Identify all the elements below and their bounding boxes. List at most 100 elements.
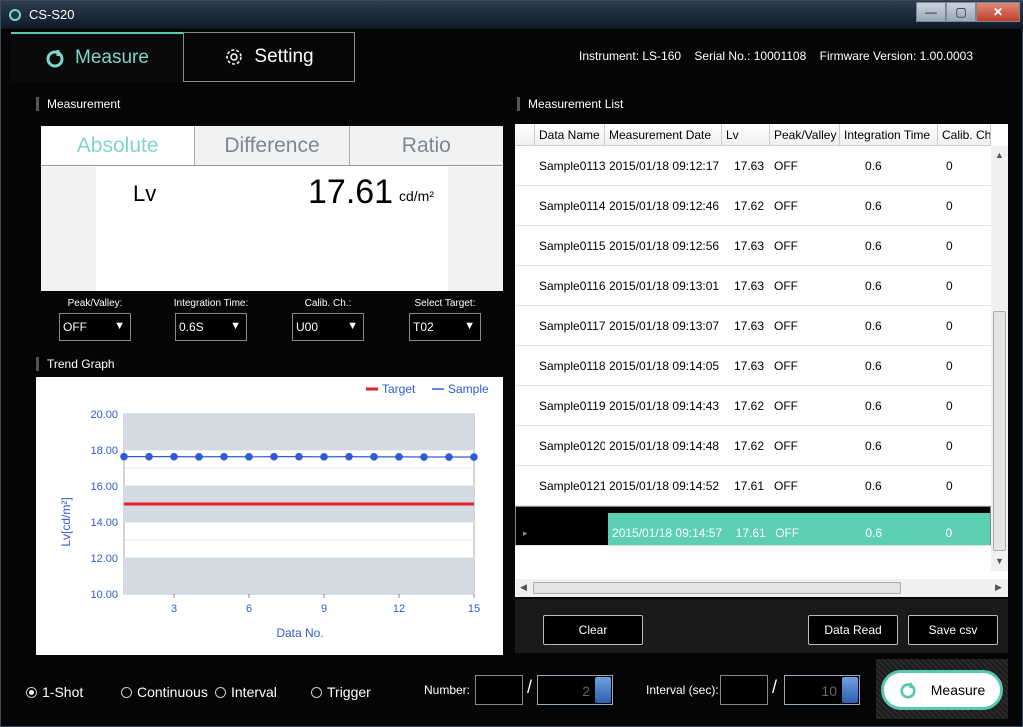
table-cell: 17.61 bbox=[734, 479, 765, 493]
interval-max-spinner[interactable]: 10 bbox=[784, 675, 860, 705]
app-icon bbox=[9, 9, 21, 21]
interval-current-field[interactable] bbox=[720, 675, 768, 705]
table-row[interactable]: Sample0119 2015/01/18 09:14:43 17.62 OFF 0.6… bbox=[515, 386, 991, 426]
table-row[interactable]: ▸ Sample0122 2015/01/18 09:14:57 17.61 OFF 0.… bbox=[515, 506, 991, 546]
table-cell: Sample0120 bbox=[539, 439, 605, 453]
maximize-button[interactable]: ▢ bbox=[946, 2, 976, 22]
table-cell: Sample0114 bbox=[539, 199, 605, 213]
minimize-button[interactable]: — bbox=[916, 2, 946, 22]
horizontal-scrollbar[interactable]: ◀ ▶ bbox=[515, 579, 1008, 597]
col-lv[interactable]: Lv bbox=[722, 124, 770, 145]
table-cell: OFF bbox=[774, 239, 798, 253]
number-current-field[interactable] bbox=[475, 675, 523, 705]
peak-valley-select[interactable]: OFF ▼ bbox=[59, 313, 131, 341]
mode-trigger-label: Trigger bbox=[327, 684, 371, 700]
y-tick-label: 20.00 bbox=[90, 409, 118, 421]
lv-value: 17.61 bbox=[308, 173, 394, 211]
sample-point bbox=[295, 452, 303, 461]
mode-1-shot-label: 1-Shot bbox=[42, 684, 84, 700]
table-row[interactable]: Sample0116 2015/01/18 09:13:01 17.63 OFF 0.6… bbox=[515, 266, 991, 306]
table-row[interactable]: Sample0117 2015/01/18 09:13:07 17.63 OFF 0.6… bbox=[515, 306, 991, 346]
vertical-scrollbar[interactable]: ▲ ▼ bbox=[991, 146, 1008, 571]
scroll-down-icon[interactable]: ▼ bbox=[995, 556, 1004, 566]
sample-point bbox=[445, 453, 453, 461]
peak-valley-label: Peak/Valley: bbox=[67, 298, 123, 309]
col-measurement-date[interactable]: Measurement Date bbox=[605, 124, 722, 145]
col-data-name[interactable]: Data Name bbox=[535, 124, 605, 145]
table-row[interactable]: Sample0118 2015/01/18 09:14:05 17.63 OFF 0.6… bbox=[515, 346, 991, 386]
x-tick-label: 6 bbox=[246, 603, 252, 615]
scroll-left-icon[interactable]: ◀ bbox=[520, 582, 527, 593]
col-peak-valley[interactable]: Peak/Valley bbox=[770, 124, 840, 145]
sample-point bbox=[320, 453, 328, 461]
spinner-icon[interactable] bbox=[842, 677, 858, 703]
select-target-select[interactable]: T02 ▼ bbox=[409, 313, 481, 341]
table-cell: OFF bbox=[774, 479, 798, 493]
vertical-scroll-thumb[interactable] bbox=[993, 311, 1006, 551]
calib-ch-select[interactable]: U00 ▼ bbox=[292, 313, 364, 341]
measure-button[interactable]: Measure bbox=[881, 670, 1003, 710]
tab-difference[interactable]: Difference bbox=[195, 126, 350, 165]
list-section-title: Measurement List bbox=[517, 97, 623, 111]
tab-ratio[interactable]: Ratio bbox=[349, 126, 503, 165]
table-cell: 17.63 bbox=[734, 239, 765, 253]
mode-1-shot[interactable]: 1-Shot bbox=[26, 684, 83, 700]
table-row[interactable]: Sample0120 2015/01/18 09:14:48 17.62 OFF 0.6… bbox=[515, 426, 991, 466]
table-cell: OFF bbox=[774, 359, 798, 373]
x-tick-label: 3 bbox=[171, 603, 177, 615]
calib-ch-value: U00 bbox=[296, 320, 319, 334]
table-cell: Sample0119 bbox=[539, 399, 605, 413]
tab-setting[interactable]: Setting bbox=[183, 32, 355, 82]
mode-continuous-label: Continuous bbox=[137, 684, 208, 700]
table-cell: 0 bbox=[937, 513, 990, 545]
table-cell: 2015/01/18 09:14:57 bbox=[608, 513, 724, 545]
table-row[interactable]: Sample0114 2015/01/18 09:12:46 17.62 OFF 0.6… bbox=[515, 186, 991, 226]
integration-time-select[interactable]: 0.6S ▼ bbox=[175, 313, 247, 341]
number-label: Number: bbox=[424, 683, 471, 697]
radio-icon bbox=[121, 686, 132, 698]
table-cell: OFF bbox=[774, 399, 798, 413]
table-cell: 0 bbox=[946, 439, 953, 453]
number-max-value: 2 bbox=[582, 683, 590, 699]
mode-interval[interactable]: Interval bbox=[215, 684, 277, 700]
horizontal-scroll-thumb[interactable] bbox=[533, 582, 901, 594]
number-max-spinner[interactable]: 2 bbox=[537, 675, 613, 705]
sample-point bbox=[370, 453, 378, 461]
scroll-up-icon[interactable]: ▲ bbox=[995, 150, 1004, 160]
table-cell: 2015/01/18 09:12:46 bbox=[609, 199, 720, 213]
table-row[interactable]: Sample0121 2015/01/18 09:14:52 17.61 OFF 0.6… bbox=[515, 466, 991, 506]
table-cell: OFF bbox=[774, 159, 798, 173]
clear-button[interactable]: Clear bbox=[543, 615, 643, 645]
table-cell: OFF bbox=[774, 279, 798, 293]
instrument-info: Instrument: LS-160 Serial No.: 10001108 … bbox=[579, 49, 983, 63]
save-csv-button[interactable]: Save csv bbox=[908, 615, 998, 645]
x-tick-label: 9 bbox=[321, 603, 327, 615]
x-tick-label: 15 bbox=[468, 603, 480, 615]
table-row[interactable]: Sample0113 2015/01/18 09:12:17 17.63 OFF 0.6… bbox=[515, 146, 991, 186]
table-cell: Sample0116 bbox=[539, 279, 605, 293]
table-row[interactable]: Sample0115 2015/01/18 09:12:56 17.63 OFF 0.6… bbox=[515, 226, 991, 266]
y-tick-label: 14.00 bbox=[90, 517, 118, 529]
mode-continuous[interactable]: Continuous bbox=[121, 684, 208, 700]
table-cell: Sample0118 bbox=[539, 359, 605, 373]
tab-absolute[interactable]: Absolute bbox=[41, 126, 196, 165]
close-button[interactable]: ✕ bbox=[976, 2, 1020, 22]
col-calib-ch[interactable]: Calib. Ch bbox=[938, 124, 991, 145]
mode-interval-label: Interval bbox=[231, 684, 277, 700]
trend-graph: 20.00 18.00 16.00 14.00 12.00 10.00 3 6 9 12 15 T… bbox=[36, 377, 503, 655]
table-cell: 0.6 bbox=[865, 399, 882, 413]
table-cell: Sample0115 bbox=[539, 239, 605, 253]
table-cell: 0 bbox=[946, 239, 953, 253]
measurement-list[interactable]: Data Name Measurement Date Lv Peak/Valle… bbox=[515, 124, 1008, 597]
y-tick-label: 12.00 bbox=[90, 553, 118, 565]
tab-measure-label: Measure bbox=[75, 47, 149, 68]
table-cell: 0.6 bbox=[840, 513, 938, 545]
spinner-icon[interactable] bbox=[595, 677, 611, 703]
radio-icon bbox=[215, 686, 226, 698]
data-read-button[interactable]: Data Read bbox=[808, 615, 898, 645]
tab-measure[interactable]: Measure bbox=[11, 32, 183, 82]
scroll-right-icon[interactable]: ▶ bbox=[995, 582, 1002, 593]
col-integration-time[interactable]: Integration Time bbox=[840, 124, 938, 145]
mode-trigger[interactable]: Trigger bbox=[311, 684, 371, 700]
list-header: Data Name Measurement Date Lv Peak/Valle… bbox=[515, 124, 991, 146]
